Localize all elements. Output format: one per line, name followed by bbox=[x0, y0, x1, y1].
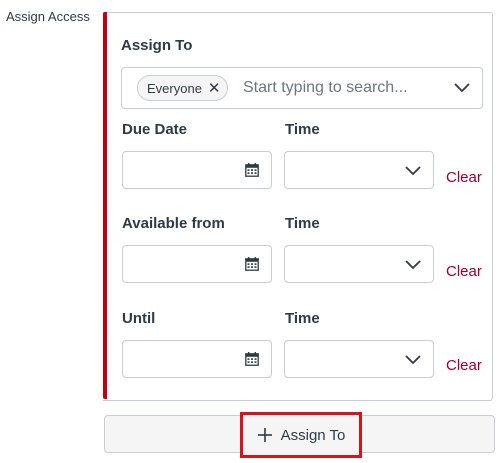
chevron-down-icon[interactable] bbox=[405, 166, 421, 176]
add-assign-to-label: Assign To bbox=[280, 426, 346, 444]
available-from-label: Available from bbox=[122, 215, 225, 232]
available-time-label: Time bbox=[285, 215, 320, 232]
card-accent-bar bbox=[103, 12, 107, 399]
due-time-select[interactable] bbox=[284, 151, 434, 189]
assign-search-placeholder[interactable]: Start typing to search... bbox=[243, 79, 408, 97]
calendar-icon[interactable] bbox=[245, 352, 259, 366]
available-time-select[interactable] bbox=[284, 245, 434, 283]
due-date-label: Due Date bbox=[122, 121, 188, 138]
until-time-select[interactable] bbox=[284, 340, 434, 378]
available-from-input[interactable] bbox=[122, 245, 272, 283]
chevron-down-icon[interactable] bbox=[405, 260, 421, 270]
assign-to-label: Assign To bbox=[121, 37, 193, 54]
chevron-down-icon[interactable] bbox=[405, 355, 421, 365]
until-label: Until bbox=[122, 310, 156, 327]
until-time-label: Time bbox=[285, 310, 320, 327]
everyone-pill[interactable]: Everyone ✕ bbox=[137, 75, 228, 101]
x-icon[interactable]: ✕ bbox=[208, 81, 221, 96]
section-label: Assign Access bbox=[6, 9, 90, 24]
plus-icon bbox=[257, 428, 272, 442]
calendar-icon[interactable] bbox=[245, 257, 259, 271]
until-date-input[interactable] bbox=[122, 340, 272, 378]
due-clear-link[interactable]: Clear bbox=[446, 169, 482, 186]
add-assign-to-button[interactable]: Assign To bbox=[240, 412, 362, 458]
until-clear-link[interactable]: Clear bbox=[446, 357, 482, 374]
available-clear-link[interactable]: Clear bbox=[446, 263, 482, 280]
assign-to-combobox[interactable]: Everyone ✕ Start typing to search... bbox=[121, 67, 483, 109]
due-time-label: Time bbox=[285, 121, 320, 138]
pill-label: Everyone bbox=[147, 80, 202, 96]
calendar-icon[interactable] bbox=[245, 163, 259, 177]
chevron-down-icon[interactable] bbox=[454, 83, 470, 93]
due-date-input[interactable] bbox=[122, 151, 272, 189]
